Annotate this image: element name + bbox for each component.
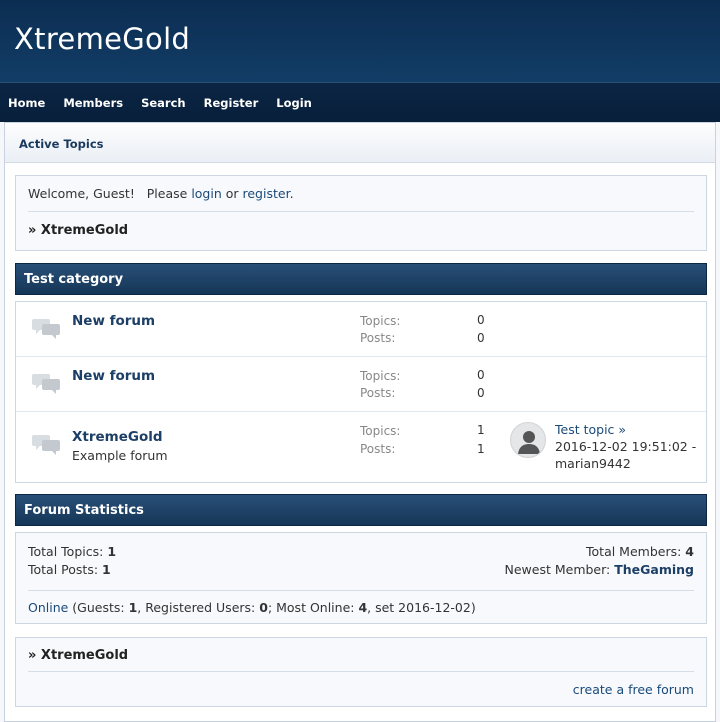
forum-statistics: Total Topics: 1 Total Members: 4 Total P… [15, 532, 707, 624]
site-title[interactable]: XtremeGold [14, 22, 720, 56]
posts-count: 0 [477, 386, 485, 400]
total-members: Total Members: 4 [586, 543, 694, 561]
nav-login[interactable]: Login [276, 96, 312, 110]
welcome-or: or [221, 186, 243, 201]
person-silhouette-icon [518, 431, 540, 454]
sub-navbar: Active Topics [5, 123, 715, 163]
forum-title[interactable]: New forum [72, 368, 155, 384]
forum-list: New forum Topics: Posts: 0 0 New forum T… [15, 301, 707, 483]
last-topic-link[interactable]: Test topic » [555, 422, 626, 437]
most-online-date: , set 2016-12-02) [367, 600, 476, 615]
forum-row: XtremeGold Example forum Topics: Posts: … [16, 412, 706, 482]
topics-label: Topics: [360, 424, 401, 438]
total-topics-label: Total Topics: [28, 544, 108, 559]
online-link[interactable]: Online [28, 600, 68, 615]
forum-description: Example forum [72, 448, 168, 463]
welcome-box: Welcome, Guest! Please login or register… [15, 175, 707, 251]
most-online-label: ; Most Online: [267, 600, 359, 615]
breadcrumb[interactable]: » XtremeGold [28, 223, 694, 238]
posts-label: Posts: [360, 331, 396, 345]
site-header: XtremeGold [0, 0, 720, 82]
posts-count: 1 [477, 442, 485, 456]
guests-value: 1 [128, 600, 138, 615]
posts-label: Posts: [360, 442, 396, 456]
total-posts-value: 1 [102, 562, 111, 577]
footer-box: » XtremeGold create a free forum [15, 637, 707, 707]
statistics-header: Forum Statistics [15, 494, 707, 526]
welcome-prefix: Welcome, Guest! Please [28, 186, 192, 201]
footer-breadcrumb[interactable]: » XtremeGold [28, 648, 694, 672]
newest-member: Newest Member: TheGaming [505, 561, 695, 579]
forum-row: New forum Topics: Posts: 0 0 [16, 302, 706, 357]
last-post-info: Test topic » 2016-12-02 19:51:02 - maria… [555, 421, 705, 472]
nav-members[interactable]: Members [63, 96, 123, 110]
posts-count: 0 [477, 331, 485, 345]
online-stats: Online (Guests: 1, Registered Users: 0; … [28, 590, 694, 615]
stats-row: Total Topics: 1 Total Members: 4 [28, 543, 694, 561]
topics-count: 0 [477, 313, 485, 327]
newest-member-link[interactable]: TheGaming [614, 562, 694, 577]
nav-home[interactable]: Home [8, 96, 45, 110]
registered-value: 0 [259, 600, 268, 615]
welcome-suffix: . [289, 186, 294, 201]
register-link[interactable]: register [243, 186, 290, 201]
active-topics-link[interactable]: Active Topics [19, 137, 104, 151]
welcome-message: Welcome, Guest! Please login or register… [28, 186, 694, 212]
total-members-value: 4 [685, 544, 694, 559]
forum-bubbles-icon [32, 435, 60, 455]
forum-bubbles-icon [32, 374, 60, 394]
registered-label: , Registered Users: [137, 600, 260, 615]
forum-title[interactable]: XtremeGold [72, 429, 163, 445]
newest-member-label: Newest Member: [504, 562, 615, 577]
last-post-author[interactable]: marian9442 [555, 456, 631, 471]
stats-row: Total Posts: 1 Newest Member: TheGaming [28, 561, 694, 579]
topics-count: 0 [477, 368, 485, 382]
topics-label: Topics: [360, 314, 401, 328]
posts-label: Posts: [360, 386, 396, 400]
forum-bubbles-icon [32, 319, 60, 339]
category-header[interactable]: Test category [15, 263, 707, 295]
login-link[interactable]: login [191, 186, 221, 201]
total-posts-label: Total Posts: [28, 562, 103, 577]
nav-search[interactable]: Search [141, 96, 186, 110]
total-members-label: Total Members: [586, 544, 686, 559]
topics-label: Topics: [360, 369, 401, 383]
nav-register[interactable]: Register [204, 96, 259, 110]
create-forum-link[interactable]: create a free forum [573, 682, 694, 697]
topics-count: 1 [477, 423, 485, 437]
total-topics: Total Topics: 1 [28, 543, 116, 561]
most-online-value: 4 [358, 600, 368, 615]
total-topics-value: 1 [107, 544, 117, 559]
forum-title[interactable]: New forum [72, 313, 155, 329]
main-content: Active Topics Welcome, Guest! Please log… [4, 122, 716, 722]
main-nav: Home Members Search Register Login [0, 82, 720, 122]
guests-label: (Guests: [68, 600, 129, 615]
forum-row: New forum Topics: Posts: 0 0 [16, 357, 706, 412]
user-avatar-icon[interactable] [510, 422, 546, 458]
footer-link-row: create a free forum [28, 682, 694, 697]
total-posts: Total Posts: 1 [28, 561, 111, 579]
last-post-date: 2016-12-02 19:51:02 - [555, 439, 697, 454]
